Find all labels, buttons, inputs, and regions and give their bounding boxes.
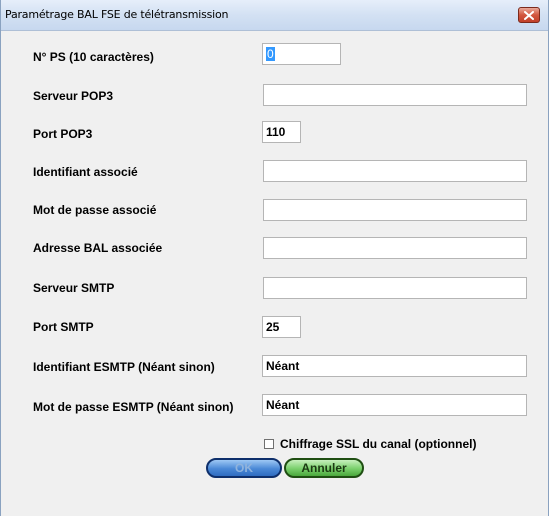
identifier-label: Identifiant associé: [33, 165, 138, 179]
ssl-checkbox[interactable]: [264, 439, 274, 449]
bal-address-label: Adresse BAL associée: [33, 241, 163, 255]
pop3-port-field[interactable]: 110: [262, 121, 301, 143]
close-icon: [524, 10, 534, 20]
smtp-server-field[interactable]: [263, 277, 527, 299]
pop3-port-label: Port POP3: [33, 127, 93, 141]
ps-number-field[interactable]: 0: [262, 43, 341, 65]
ssl-checkbox-label: Chiffrage SSL du canal (optionnel): [280, 437, 477, 451]
ssl-option[interactable]: Chiffrage SSL du canal (optionnel): [264, 437, 476, 451]
dialog-body: N° PS (10 caractères) 0 Serveur POP3 Por…: [1, 31, 548, 516]
esmtp-password-label: Mot de passe ESMTP (Néant sinon): [33, 400, 234, 414]
smtp-port-label: Port SMTP: [33, 320, 94, 334]
pop3-server-label: Serveur POP3: [33, 89, 114, 103]
title-bar[interactable]: Paramétrage BAL FSE de télétransmission: [1, 0, 548, 31]
ps-number-label: N° PS (10 caractères): [33, 50, 154, 64]
close-button[interactable]: [518, 7, 540, 23]
cancel-button[interactable]: Annuler: [284, 458, 364, 478]
pop3-server-field[interactable]: [263, 84, 527, 106]
password-label: Mot de passe associé: [33, 203, 157, 217]
password-field[interactable]: [263, 199, 527, 221]
ps-number-value: 0: [266, 47, 275, 61]
esmtp-identifier-field[interactable]: Néant: [262, 355, 527, 377]
window-title: Paramétrage BAL FSE de télétransmission: [5, 8, 229, 21]
identifier-field[interactable]: [263, 160, 527, 182]
ok-button[interactable]: OK: [206, 458, 282, 478]
smtp-port-field[interactable]: 25: [262, 316, 301, 338]
esmtp-password-field[interactable]: Néant: [262, 394, 527, 416]
dialog-window: Paramétrage BAL FSE de télétransmission …: [0, 0, 549, 516]
smtp-server-label: Serveur SMTP: [33, 281, 115, 295]
bal-address-field[interactable]: [263, 237, 527, 259]
esmtp-identifier-label: Identifiant ESMTP (Néant sinon): [33, 360, 215, 374]
